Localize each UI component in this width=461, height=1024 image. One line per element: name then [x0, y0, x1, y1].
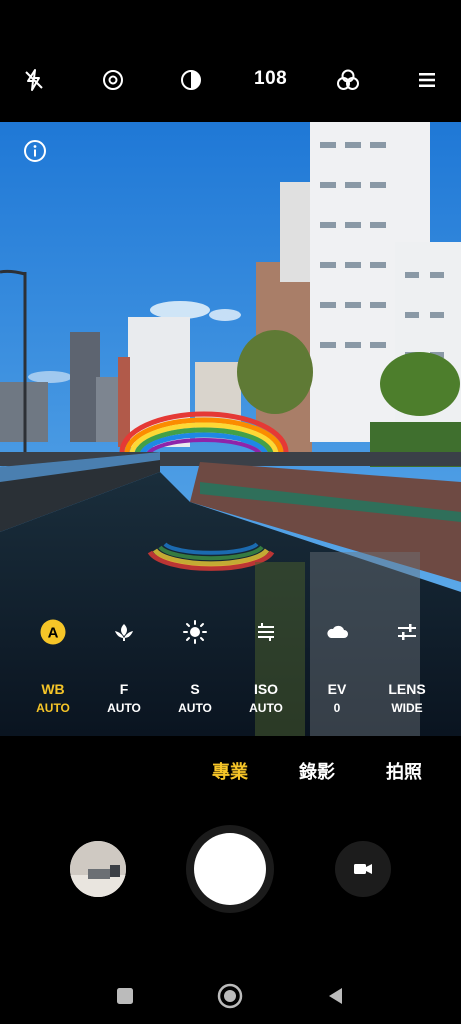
wb-title: WB [41, 681, 65, 697]
iso-control[interactable]: ISO AUTO [236, 680, 296, 717]
cloud-icon[interactable] [323, 618, 351, 646]
half-circle-icon[interactable] [177, 66, 205, 94]
ev-title: EV [327, 681, 347, 697]
focus-flower-icon[interactable] [110, 618, 138, 646]
pro-controls-labels: WB AUTO F AUTO S AUTO ISO AUTO EV 0 LENS… [0, 680, 461, 720]
iso-title: ISO [253, 681, 279, 697]
gallery-thumbnail-image [70, 841, 126, 897]
mode-photo[interactable]: 拍照 [386, 758, 422, 784]
focus-value: AUTO [107, 701, 141, 715]
eye-ring-icon[interactable] [99, 66, 127, 94]
gallery-thumbnail[interactable] [70, 841, 126, 897]
flash-off-icon[interactable] [20, 66, 48, 94]
wb-control[interactable]: WB AUTO [23, 680, 83, 717]
video-camera-icon[interactable] [335, 841, 391, 897]
info-icon[interactable] [22, 138, 48, 164]
three-circles-icon[interactable] [334, 66, 362, 94]
system-nav-bar [0, 980, 461, 1014]
lens-value: WIDE [391, 701, 423, 715]
ev-value: 0 [333, 701, 341, 715]
svg-text:A: A [48, 625, 59, 642]
mode-pro[interactable]: 專業 [212, 758, 248, 784]
ev-control[interactable]: EV 0 [307, 680, 367, 717]
focus-title: F [119, 681, 129, 697]
shutter-speed-value: AUTO [178, 701, 212, 715]
shutter-speed-control[interactable]: S AUTO [165, 680, 225, 717]
wb-value: AUTO [36, 701, 70, 715]
sun-icon[interactable] [181, 618, 209, 646]
lens-control[interactable]: LENS WIDE [377, 680, 437, 717]
pro-controls-icon-row: A [0, 618, 461, 646]
auto-badge-icon[interactable]: A [39, 618, 67, 646]
iso-value: AUTO [249, 701, 283, 715]
iso-lines-icon[interactable] [252, 618, 280, 646]
lens-title: LENS [388, 681, 426, 697]
circle-home-icon[interactable] [214, 980, 246, 1012]
focus-control[interactable]: F AUTO [94, 680, 154, 717]
square-icon[interactable] [109, 980, 141, 1012]
sliders-icon[interactable] [393, 618, 421, 646]
hamburger-menu-icon[interactable] [413, 66, 441, 94]
mode-video[interactable]: 錄影 [299, 758, 335, 784]
resolution-label[interactable]: 108 [254, 68, 287, 90]
top-bar: 108 [0, 0, 461, 122]
back-triangle-icon[interactable] [320, 980, 352, 1012]
mode-switcher: 專業 錄影 拍照 [0, 758, 461, 784]
shutter-button[interactable] [194, 833, 266, 905]
shutter-speed-title: S [190, 681, 200, 697]
